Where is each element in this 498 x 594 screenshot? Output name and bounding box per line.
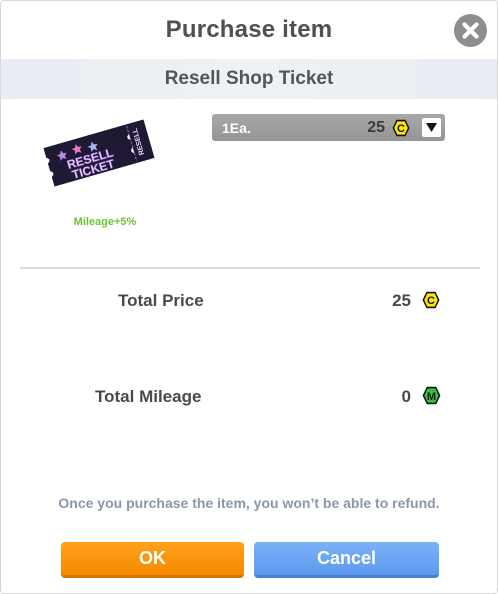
mileage-m-glyph: M — [427, 391, 436, 403]
ticket-icon: RESELL TICKET RESELL — [43, 119, 155, 187]
quantity-select[interactable]: 1Ea. 25 C — [212, 114, 445, 141]
total-price-label: Total Price — [118, 291, 204, 310]
quantity-price: 25 — [367, 119, 385, 136]
cancel-button[interactable]: Cancel — [254, 542, 439, 578]
refund-notice: Once you purchase the item, you won’t be… — [58, 495, 440, 511]
quantity-selected-label: 1Ea. — [222, 120, 251, 136]
total-mileage-label: Total Mileage — [95, 387, 202, 406]
item-image: RESELL TICKET RESELL — [41, 113, 157, 193]
item-name: Resell Shop Ticket — [164, 68, 334, 89]
mileage-m-icon: M — [422, 386, 441, 410]
coin-c-icon: C — [392, 119, 410, 142]
dropdown-arrow-button[interactable] — [422, 118, 441, 137]
purchase-dialog: Purchase item Resell Shop Ticket RESELL … — [0, 0, 498, 594]
mileage-bonus-label: Mileage+5% — [73, 216, 137, 228]
coin-c-icon: C — [422, 291, 440, 314]
total-price-value: 25 — [392, 291, 411, 310]
dialog-header: Purchase item — [1, 1, 497, 59]
item-name-band: Resell Shop Ticket — [1, 59, 497, 99]
close-button[interactable] — [454, 14, 487, 47]
triangle-down-icon — [426, 123, 437, 132]
total-mileage-value: 0 — [401, 387, 411, 406]
dialog-title: Purchase item — [165, 16, 333, 43]
coin-c-glyph: C — [427, 295, 435, 307]
close-icon — [462, 22, 479, 39]
coin-c-glyph: C — [397, 123, 405, 135]
divider — [20, 267, 480, 269]
ok-button[interactable]: OK — [61, 542, 244, 578]
